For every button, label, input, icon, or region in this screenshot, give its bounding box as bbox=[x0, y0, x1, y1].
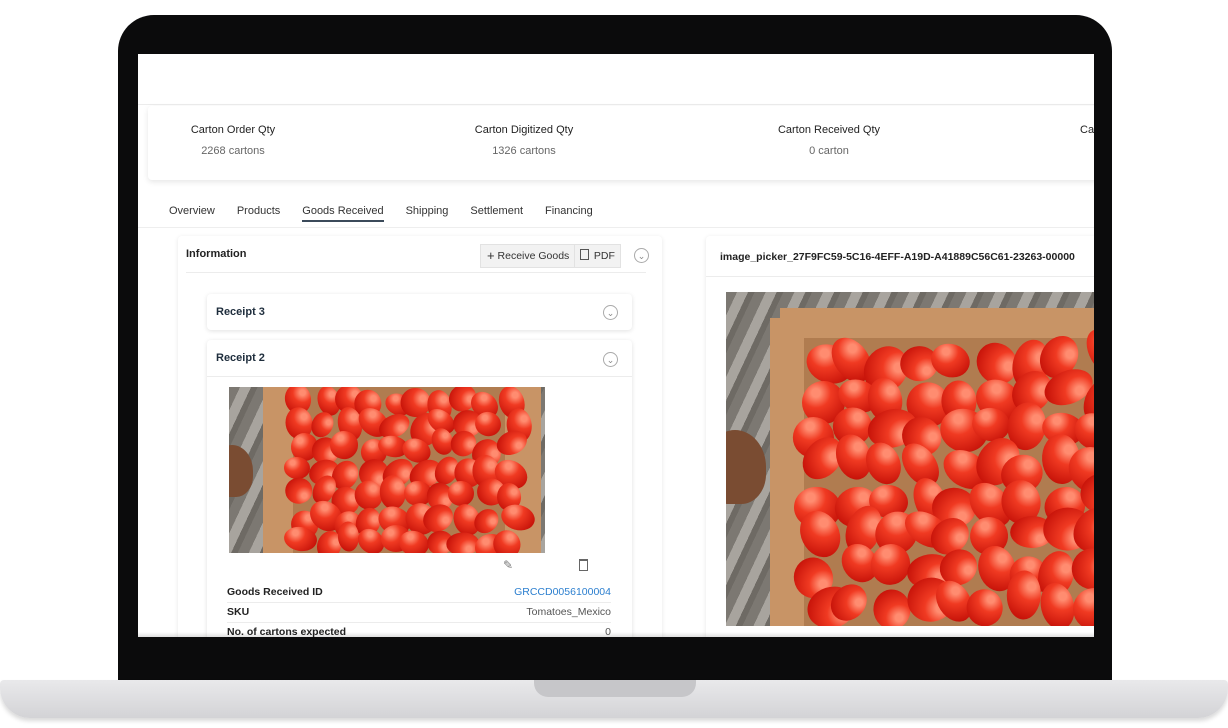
tab-goods-received[interactable]: Goods Received bbox=[302, 205, 384, 222]
summary-value: 0 carton bbox=[809, 145, 849, 157]
summary-label: Carton Received Qty bbox=[777, 124, 881, 136]
receipt-divider bbox=[207, 376, 632, 377]
tab-settlement[interactable]: Settlement bbox=[470, 205, 523, 222]
information-panel: Information + Receive Goods PDF ⌄ Receip… bbox=[178, 236, 662, 637]
summary-truncated: Ca bbox=[1080, 124, 1094, 136]
detail-value: Tomatoes_Mexico bbox=[526, 606, 611, 618]
receipt-photo[interactable] bbox=[229, 387, 545, 553]
chevron-down-circle-icon[interactable]: ⌄ bbox=[634, 248, 649, 263]
laptop-screen: Carton Order Qty 2268 cartons Carton Dig… bbox=[138, 54, 1094, 637]
summary-value: 1326 cartons bbox=[492, 145, 556, 157]
photo-carton-flap bbox=[780, 308, 1094, 338]
detail-key: Goods Received ID bbox=[227, 586, 323, 598]
summary-received-qty: Carton Received Qty 0 carton bbox=[774, 124, 884, 157]
panel-title: Information bbox=[186, 248, 247, 260]
summary-label: Carton Digitized Qty bbox=[474, 124, 574, 136]
image-viewer-panel: image_picker_27F9FC59-5C16-4EFF-A19D-A41… bbox=[706, 236, 1094, 637]
tab-shipping[interactable]: Shipping bbox=[406, 205, 449, 222]
goods-received-id-link[interactable]: GRCCD0056100004 bbox=[514, 586, 611, 598]
receipt-card-3[interactable]: Receipt 3 ⌄ bbox=[207, 294, 632, 330]
pdf-label: PDF bbox=[593, 250, 615, 262]
laptop-notch bbox=[534, 680, 696, 697]
image-preview[interactable] bbox=[726, 292, 1094, 626]
panel-divider bbox=[186, 272, 646, 273]
summary-digitized-qty: Carton Digitized Qty 1326 cartons bbox=[469, 124, 579, 157]
viewer-divider bbox=[706, 276, 1094, 277]
photo-tomato bbox=[445, 532, 480, 553]
edit-icon[interactable]: ✎ bbox=[503, 558, 513, 572]
summary-label: Ca bbox=[1080, 124, 1094, 136]
receipt-title: Receipt 3 bbox=[216, 306, 265, 318]
tab-overview[interactable]: Overview bbox=[169, 205, 215, 222]
pdf-button[interactable]: PDF bbox=[574, 244, 621, 268]
receipt-title: Receipt 2 bbox=[216, 352, 265, 364]
receipt-card-2: Receipt 2 ⌄ ✎ Goods Received ID GRCCD005… bbox=[207, 340, 632, 637]
detail-key: SKU bbox=[227, 606, 250, 618]
summary-value: 2268 cartons bbox=[201, 145, 265, 157]
plus-icon: + bbox=[487, 248, 495, 263]
file-icon bbox=[580, 249, 589, 260]
tabs-divider bbox=[138, 227, 1094, 228]
screen-bottom-shadow bbox=[138, 632, 1094, 637]
summary-label: Carton Order Qty bbox=[190, 124, 276, 136]
summary-order-qty: Carton Order Qty 2268 cartons bbox=[188, 124, 278, 157]
tab-bar: Overview Products Goods Received Shippin… bbox=[169, 205, 615, 222]
receive-goods-button[interactable]: + Receive Goods bbox=[480, 244, 577, 268]
carton-summary-card: Carton Order Qty 2268 cartons Carton Dig… bbox=[148, 106, 1094, 180]
chevron-down-circle-icon[interactable]: ⌄ bbox=[603, 305, 618, 320]
image-filename: image_picker_27F9FC59-5C16-4EFF-A19D-A41… bbox=[720, 251, 1075, 263]
tab-financing[interactable]: Financing bbox=[545, 205, 593, 222]
trash-icon[interactable] bbox=[579, 559, 588, 571]
row-divider bbox=[227, 602, 611, 603]
row-divider bbox=[227, 622, 611, 623]
chevron-down-circle-icon[interactable]: ⌄ bbox=[603, 352, 618, 367]
tab-products[interactable]: Products bbox=[237, 205, 280, 222]
app-header bbox=[138, 54, 1094, 105]
receive-goods-label: Receive Goods bbox=[497, 250, 570, 262]
